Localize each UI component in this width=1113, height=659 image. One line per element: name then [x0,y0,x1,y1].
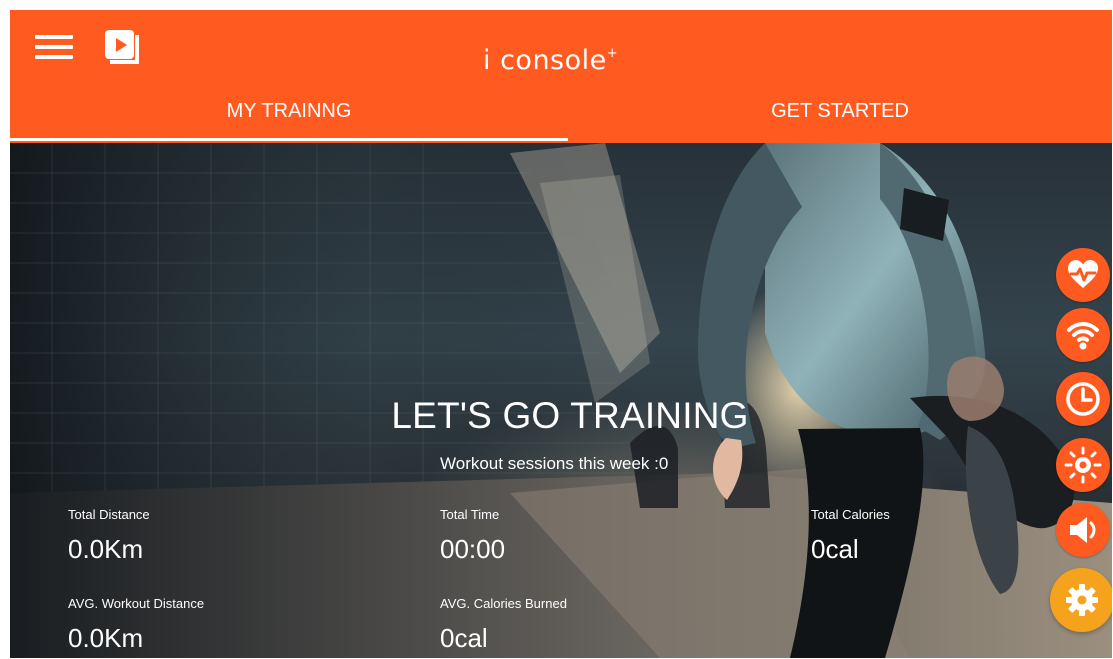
avg-workout-distance-value: 0.0Km [68,623,144,653]
video-play-svg [105,30,139,64]
avg-calories-burned-label: AVG. Calories Burned [440,596,567,611]
weekly-sessions-label: Workout sessions this week :0 [440,454,669,473]
brightness-button[interactable] [1056,438,1110,492]
video-play-icon[interactable] [102,27,140,65]
volume-icon [1070,517,1096,543]
volume-button[interactable] [1056,503,1110,557]
active-tab-indicator [10,138,568,141]
total-distance-label: Total Distance [68,507,150,522]
menu-bar-middle [35,45,73,49]
avg-calories-burned-value: 0cal [440,623,488,653]
avg-workout-distance-label: AVG. Workout Distance [68,596,205,611]
training-title: LET'S GO TRAINING [391,395,749,436]
logo-mark: + [606,46,619,61]
app-header: i console+ MY TRAINNG GET STARTED [10,10,1112,143]
menu-bar-top [35,35,73,39]
settings-button[interactable] [1050,568,1112,632]
brick-wall [10,143,660,493]
total-time-label: Total Time [440,507,500,522]
iconsole-app: i console+ MY TRAINNG GET STARTED LET'S … [10,10,1112,658]
tab-my-training[interactable]: MY TRAINNG [10,90,568,140]
gear-icon [1066,584,1098,616]
timer-icon [1066,382,1100,416]
total-calories-label: Total Calories [811,507,890,522]
heart-rate-button[interactable] [1056,248,1110,302]
wifi-button[interactable] [1056,308,1110,362]
menu-bar-bottom [35,55,73,59]
logo-text: i console [483,45,607,76]
brightness-icon [1064,446,1102,484]
training-hero: LET'S GO TRAINING Workout sessions this … [10,143,1112,658]
total-time-value: 00:00 [440,534,506,564]
hamburger-menu-icon[interactable] [35,30,73,64]
total-calories-value: 0cal [811,534,859,564]
iconsole-logo: i console+ [483,34,683,78]
tab-get-started[interactable]: GET STARTED [568,90,1112,140]
heart-rate-icon [1068,260,1098,288]
wifi-icon [1067,322,1099,350]
total-distance-value: 0.0Km [68,534,144,564]
timer-button[interactable] [1056,372,1110,426]
